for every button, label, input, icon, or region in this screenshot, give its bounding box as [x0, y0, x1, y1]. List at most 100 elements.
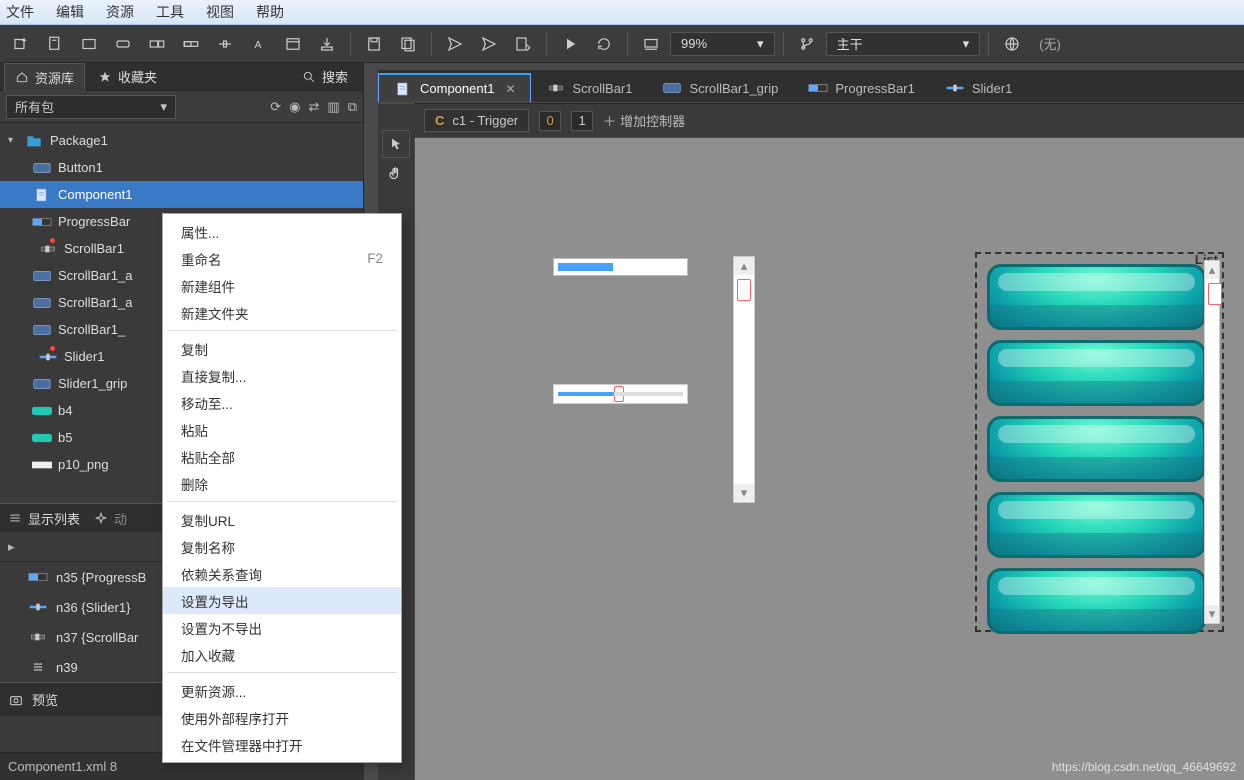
publish-button[interactable] — [440, 30, 470, 58]
scroll-up-button[interactable]: ▴ — [734, 257, 754, 275]
context-item[interactable]: 粘贴全部 — [163, 443, 401, 470]
hand-tool[interactable] — [382, 160, 410, 188]
editor-tab[interactable]: Slider1 — [930, 73, 1027, 102]
tab-search[interactable]: 搜索 — [291, 62, 359, 91]
tree-item-label: ScrollBar1_ — [58, 322, 125, 337]
list-scrollbar[interactable]: ▴ ▾ — [1204, 260, 1220, 624]
import-button[interactable] — [312, 30, 342, 58]
context-item-label: 在文件管理器中打开 — [181, 735, 303, 755]
editor-tab[interactable]: ScrollBar1 — [531, 73, 648, 102]
context-item[interactable]: 使用外部程序打开 — [163, 704, 401, 731]
device-button[interactable] — [636, 30, 666, 58]
controller-chip[interactable]: C c1 - Trigger — [424, 109, 529, 132]
list-item[interactable] — [987, 492, 1206, 558]
zoom-select[interactable]: 99% ▾ — [670, 32, 775, 56]
refresh-button[interactable] — [589, 30, 619, 58]
refresh-cw-icon[interactable]: ⟳ — [270, 99, 281, 115]
context-item[interactable]: 在文件管理器中打开 — [163, 731, 401, 758]
new-anim-btn[interactable] — [278, 30, 308, 58]
new-label-button[interactable] — [142, 30, 172, 58]
context-item[interactable]: 新建组件 — [163, 272, 401, 299]
context-item[interactable]: 复制 — [163, 335, 401, 362]
context-item[interactable]: 更新资源... — [163, 677, 401, 704]
vertical-scrollbar-instance[interactable]: ▴ ▾ — [733, 256, 755, 503]
scroll-track[interactable] — [1205, 279, 1219, 605]
save-all-button[interactable] — [393, 30, 423, 58]
controller-page-1[interactable]: 1 — [571, 111, 593, 131]
editor-tab[interactable]: Component1✕ — [378, 73, 531, 102]
publish-options-button[interactable] — [508, 30, 538, 58]
new-progress-btn[interactable] — [176, 30, 206, 58]
context-item[interactable]: 删除 — [163, 470, 401, 497]
close-icon[interactable]: ✕ — [501, 82, 515, 96]
menu-help[interactable]: 帮助 — [256, 2, 284, 22]
play-button[interactable] — [555, 30, 585, 58]
new-folder-button[interactable] — [74, 30, 104, 58]
scroll-thumb[interactable] — [1208, 283, 1222, 305]
scroll-thumb[interactable] — [737, 279, 751, 301]
pointer-tool[interactable] — [382, 130, 410, 158]
scroll-down-button[interactable]: ▾ — [734, 484, 754, 502]
editor-tab[interactable]: ProgressBar1 — [793, 73, 929, 102]
tree-item-label: Button1 — [58, 160, 103, 175]
controller-page-0[interactable]: 0 — [539, 111, 561, 131]
tab-display-list[interactable]: 显示列表 — [8, 509, 80, 528]
add-controller-button[interactable]: ＋ 增加控制器 — [603, 111, 685, 130]
tab-anim[interactable]: 动 — [94, 509, 127, 528]
context-item[interactable]: 重命名F2 — [163, 245, 401, 272]
swap-icon[interactable]: ⇄ — [309, 99, 320, 115]
progressbar-instance[interactable] — [553, 258, 688, 276]
context-item[interactable]: 依赖关系查询 — [163, 560, 401, 587]
tree-root[interactable]: ▾ Package1 — [0, 127, 363, 154]
list-item[interactable] — [987, 568, 1206, 634]
columns-icon[interactable]: ▥ — [327, 99, 339, 115]
scroll-down-button[interactable]: ▾ — [1205, 605, 1219, 623]
menu-tool[interactable]: 工具 — [156, 2, 184, 22]
menu-view[interactable]: 视图 — [206, 2, 234, 22]
tree-item[interactable]: Component1 — [0, 181, 363, 208]
context-item[interactable]: 复制URL — [163, 506, 401, 533]
tree-item[interactable]: Button1 — [0, 154, 363, 181]
save-button[interactable] — [359, 30, 389, 58]
branch-icon[interactable] — [792, 30, 822, 58]
scroll-up-button[interactable]: ▴ — [1205, 261, 1219, 279]
play-right-icon[interactable]: ▸ — [8, 539, 15, 555]
new-component-button[interactable] — [40, 30, 70, 58]
context-item[interactable]: 直接复制... — [163, 362, 401, 389]
grid-icon[interactable]: ⧉ — [348, 99, 357, 115]
editor-canvas[interactable]: ▴ ▾ List ▴ ▾ — [415, 138, 1244, 780]
context-item[interactable]: 新建文件夹 — [163, 299, 401, 326]
slider-instance[interactable] — [553, 384, 688, 404]
list-item[interactable] — [987, 264, 1206, 330]
context-item[interactable]: 复制名称 — [163, 533, 401, 560]
publish-all-button[interactable] — [474, 30, 504, 58]
list-instance[interactable]: List ▴ ▾ — [975, 252, 1224, 632]
menu-file[interactable]: 文件 — [6, 2, 34, 22]
list-item[interactable] — [987, 340, 1206, 406]
package-select[interactable]: 所有包 ▾ — [6, 95, 176, 119]
tab-favorites[interactable]: 收藏夹 — [87, 62, 168, 91]
editor-tab[interactable]: ScrollBar1_grip — [647, 73, 793, 102]
new-font-btn[interactable]: A — [244, 30, 274, 58]
context-item[interactable]: 加入收藏 — [163, 641, 401, 668]
slider-thumb[interactable] — [614, 386, 624, 402]
context-item[interactable]: 属性... — [163, 218, 401, 245]
menu-resource[interactable]: 资源 — [106, 2, 134, 22]
context-item[interactable]: 粘贴 — [163, 416, 401, 443]
package-select-label: 所有包 — [15, 97, 54, 116]
new-button-btn[interactable] — [108, 30, 138, 58]
display-item-icon — [28, 602, 48, 612]
branch-select[interactable]: 主干 ▾ — [826, 32, 981, 56]
context-item[interactable]: 设置为不导出 — [163, 614, 401, 641]
new-slider-btn[interactable] — [210, 30, 240, 58]
context-item[interactable]: 移动至... — [163, 389, 401, 416]
globe-icon[interactable] — [997, 30, 1027, 58]
context-item[interactable]: 设置为导出 — [163, 587, 401, 614]
package-icons: ⟳ ◉ ⇄ ▥ ⧉ — [270, 99, 357, 115]
menu-edit[interactable]: 编辑 — [56, 2, 84, 22]
new-package-button[interactable] — [6, 30, 36, 58]
tab-library[interactable]: 资源库 — [4, 63, 85, 91]
scroll-track[interactable] — [734, 275, 754, 484]
sync-icon[interactable]: ◉ — [289, 99, 300, 115]
list-item[interactable] — [987, 416, 1206, 482]
